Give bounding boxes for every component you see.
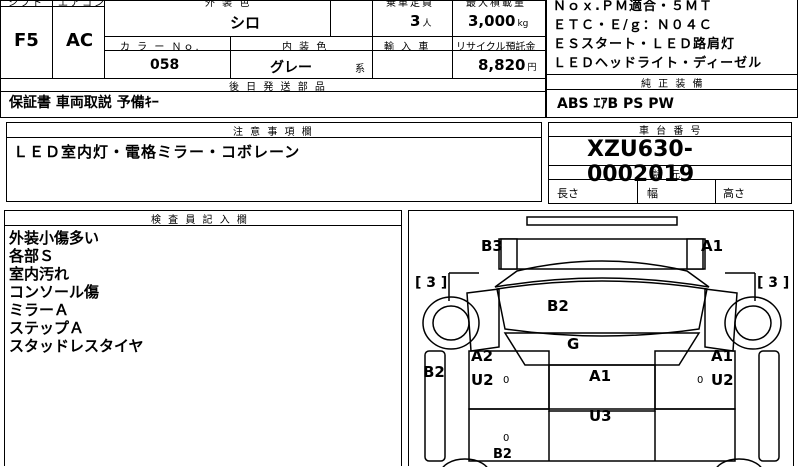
truck-outline — [422, 216, 782, 467]
exterior-color-header: 外 装 色 — [205, 0, 252, 9]
inspector-note: ミラーＡ — [9, 301, 70, 319]
later-parts-box: 後 日 発 送 部 品 保証書 車両取説 予備ｷｰ — [0, 78, 546, 118]
damage-zero-bottom: 0 — [503, 433, 510, 444]
genuine-label: 純 正 装 備 — [641, 79, 705, 90]
spec-lines: Ｎｏｘ.ＰＭ適合・５ＭＴ ＥＴＣ・Ｅ/ｇ：Ｎ０４Ｃ ＥＳスタート・ＬＥＤ路肩灯 … — [546, 0, 798, 74]
inspector-label: 検 査 員 記 入 欄 — [151, 215, 249, 226]
chassis-number: XZU630-0002019 — [587, 137, 695, 187]
damage-a1-center: A1 — [589, 367, 612, 385]
bracket-right: [ 3 ] — [757, 275, 790, 291]
capacity-value: 3人 — [410, 12, 432, 30]
notes-box: 注 意 事 項 欄 ＬＥＤ室内灯・電格ミラー・コボレーン — [6, 122, 542, 202]
notes-value: ＬＥＤ室内灯・電格ミラー・コボレーン — [13, 143, 301, 161]
damage-zero-right: 0 — [697, 375, 704, 386]
chassis-box: 車 台 番 号 XZU630-0002019 諸 元 長さ 幅 高さ — [548, 122, 792, 204]
spec-line: ＬＥＤヘッドライト・ディーゼル — [553, 56, 763, 71]
spec-line: ＥＳスタート・ＬＥＤ路肩灯 — [553, 37, 736, 52]
damage-a2: A2 — [471, 347, 494, 365]
shift-value: F5 — [14, 30, 39, 51]
aircon-value: AC — [66, 30, 94, 51]
inspector-note: ステップＡ — [9, 319, 85, 337]
inspector-note: 外装小傷多い — [9, 229, 100, 247]
import-car-label: 輸 入 車 — [384, 42, 431, 53]
inspector-note: 各部Ｓ — [9, 247, 55, 265]
recycle-label: リサイクル預託金 — [456, 42, 536, 53]
vehicle-info-grid: シフト エアコン 外 装 色 乗車定員 最大積載量 F5 AC シロ 3人 3,… — [0, 0, 546, 80]
damage-b2-bottom: B2 — [493, 447, 512, 462]
inspector-box: 検 査 員 記 入 欄 外装小傷多い 各部Ｓ 室内汚れ コンソール傷 ミラーＡ … — [4, 210, 402, 466]
interior-color-value: グレー — [270, 60, 312, 76]
inspector-note: スタッドレスタイヤ — [9, 337, 144, 355]
color-no-value: 058 — [150, 57, 180, 73]
chassis-label: 車 台 番 号 — [639, 126, 703, 137]
max-load-value: 3,000 kg — [468, 12, 529, 30]
inspector-note: 室内汚れ — [9, 265, 70, 283]
capacity-header: 乗車定員 — [386, 0, 434, 9]
length-label: 長さ — [557, 187, 579, 200]
later-parts-value: 保証書 車両取説 予備ｷｰ — [9, 95, 159, 111]
genuine-equipment-value: ABS ｴｱB PS PW — [557, 96, 674, 112]
bracket-left: [ 3 ] — [415, 275, 448, 291]
width-label: 幅 — [647, 187, 658, 200]
shift-header: シフト — [8, 0, 44, 9]
damage-u2-left: U2 — [471, 371, 494, 389]
dimensions-label: 諸 元 — [653, 170, 683, 181]
damage-u2-right: U2 — [711, 371, 734, 389]
max-load-header: 最大積載量 — [466, 0, 526, 9]
spec-line: ＥＴＣ・Ｅ/ｇ：Ｎ０４Ｃ — [553, 18, 713, 33]
damage-b2-hood: B2 — [547, 297, 569, 315]
damage-u3: U3 — [589, 407, 612, 425]
damage-g: G — [567, 335, 580, 353]
damage-b3: B3 — [481, 237, 503, 255]
genuine-equipment-box: 純 正 装 備 ABS ｴｱB PS PW — [546, 74, 798, 118]
damage-a1-right: A1 — [711, 347, 734, 365]
damage-zero-left: 0 — [503, 375, 510, 386]
damage-a1-top: A1 — [701, 237, 724, 255]
spec-line: Ｎｏｘ.ＰＭ適合・５ＭＴ — [553, 0, 713, 14]
notes-label: 注 意 事 項 欄 — [233, 127, 314, 138]
later-parts-label: 後 日 発 送 部 品 — [229, 82, 327, 93]
inspector-note: コンソール傷 — [9, 283, 100, 301]
exterior-color-value: シロ — [230, 14, 261, 32]
interior-suffix: 系 — [355, 64, 365, 75]
interior-color-label: 内 装 色 — [282, 42, 329, 53]
damage-b2-left: B2 — [423, 363, 445, 381]
recycle-fee-value: 8,820 円 — [478, 56, 537, 74]
height-label: 高さ — [723, 187, 745, 200]
damage-diagram: [ 3 ] [ 3 ] B3 A1 B2 G A2 U2 0 A1 A1 0 U… — [408, 210, 794, 467]
aircon-header: エアコン — [58, 0, 106, 9]
color-no-label: カ ラ ー Ｎｏ. — [120, 42, 201, 53]
